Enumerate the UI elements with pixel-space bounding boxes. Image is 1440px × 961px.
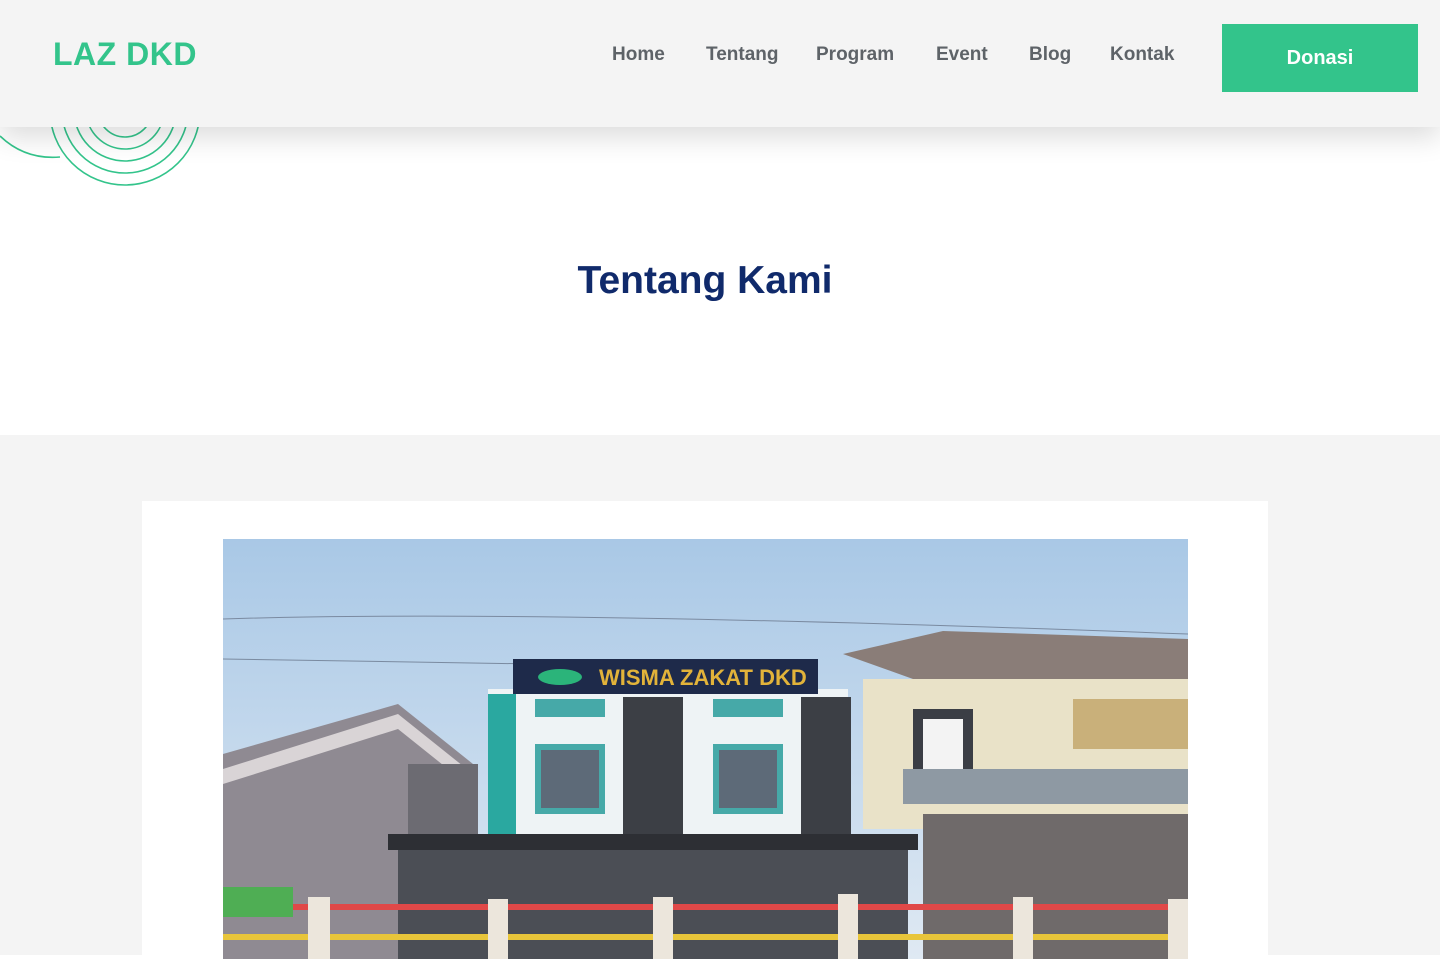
nav-kontak[interactable]: Kontak: [1110, 44, 1174, 66]
about-card: WISMA ZAKAT DKD: [142, 501, 1268, 961]
site-header: LAZ DKD Home Tentang Program Event Blog …: [0, 0, 1440, 127]
building-sign-text: WISMA ZAKAT DKD: [599, 665, 807, 690]
donate-button[interactable]: Donasi: [1222, 24, 1418, 92]
nav-tentang[interactable]: Tentang: [706, 44, 778, 66]
about-section: WISMA ZAKAT DKD: [0, 435, 1440, 961]
nav-event[interactable]: Event: [936, 44, 988, 66]
site-logo[interactable]: LAZ DKD: [53, 36, 197, 73]
nav-blog[interactable]: Blog: [1029, 44, 1071, 66]
page-title: Tentang Kami: [577, 259, 833, 302]
office-building-photo: WISMA ZAKAT DKD: [223, 539, 1188, 959]
nav-program[interactable]: Program: [816, 44, 894, 66]
nav-home[interactable]: Home: [612, 44, 665, 66]
building-image: WISMA ZAKAT DKD: [223, 539, 1188, 959]
